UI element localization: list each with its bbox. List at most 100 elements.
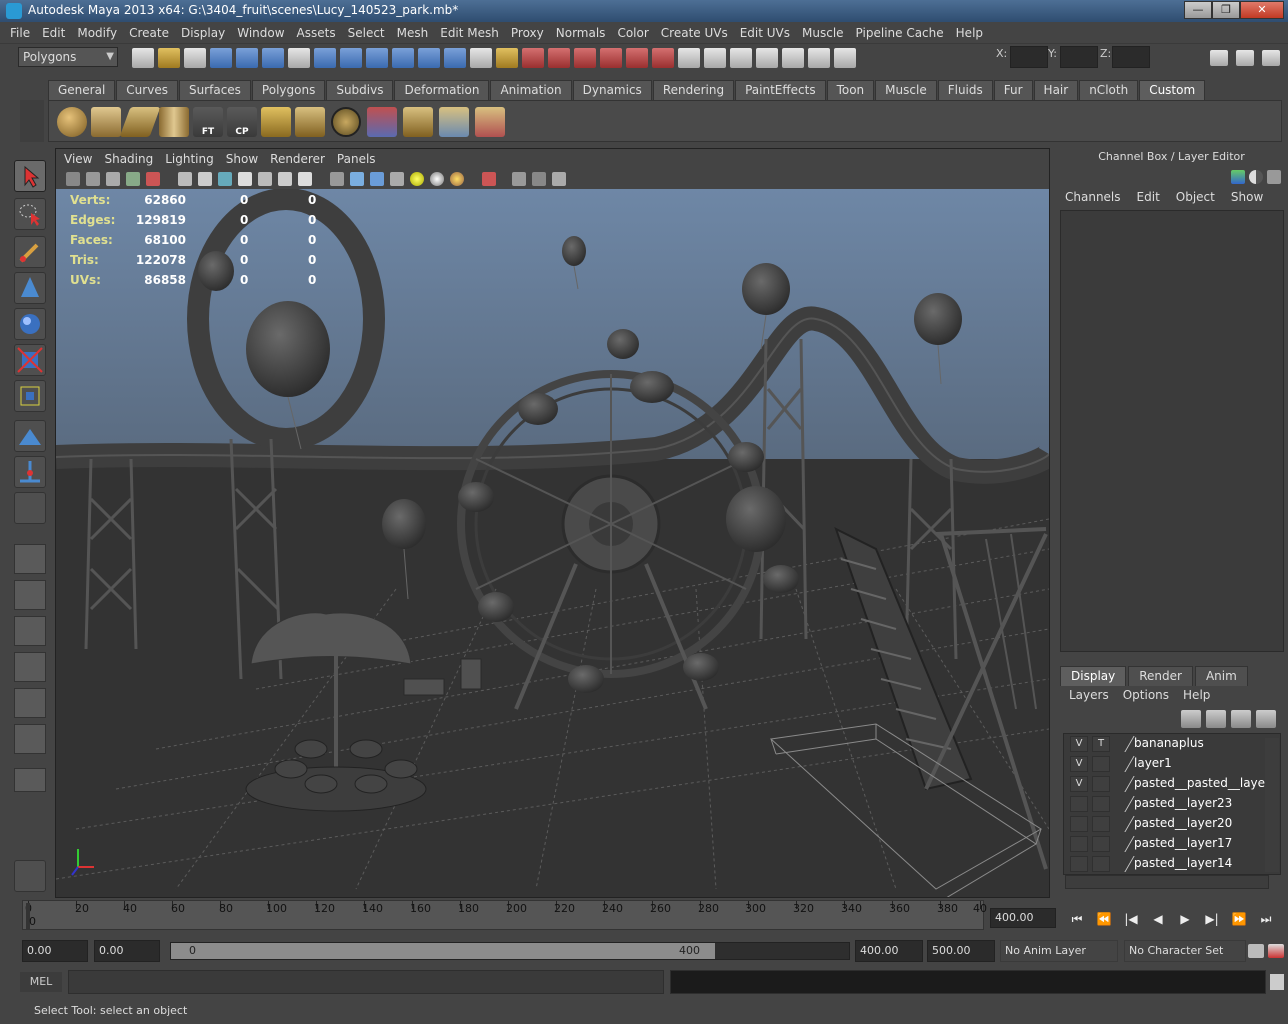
range-slider[interactable]: 0 400 [170, 942, 850, 960]
ambient-occlusion-icon[interactable] [430, 172, 444, 186]
layer-color-swatch[interactable] [1111, 776, 1135, 792]
panel-menu-shading[interactable]: Shading [104, 152, 153, 166]
layer-color-swatch[interactable] [1111, 836, 1135, 852]
animation-preferences-icon[interactable] [1268, 944, 1284, 958]
open-scene-icon[interactable] [158, 48, 180, 68]
layer-type-toggle[interactable] [1092, 776, 1110, 792]
select-handles-icon[interactable] [288, 48, 310, 68]
key-icon[interactable] [1248, 944, 1264, 958]
history-input-icon[interactable] [678, 48, 700, 68]
make-live-icon[interactable] [652, 48, 674, 68]
menu-proxy[interactable]: Proxy [511, 26, 544, 40]
layer-name[interactable]: pasted__layer14 [1134, 856, 1232, 870]
cb-menu-edit[interactable]: Edit [1137, 190, 1160, 204]
panel-menu-renderer[interactable]: Renderer [270, 152, 325, 166]
layer-name[interactable]: pasted__layer17 [1134, 836, 1232, 850]
shelf-tab-surfaces[interactable]: Surfaces [178, 80, 251, 100]
layer-type-toggle[interactable] [1092, 856, 1110, 872]
hypershade-layout-icon[interactable] [14, 688, 46, 718]
layer-row[interactable]: pasted__layer17 [1064, 834, 1280, 854]
maya-quickhelp-icon[interactable] [14, 860, 46, 892]
menu-set-dropdown[interactable]: Polygons ▼ [18, 47, 118, 67]
isolate-select-icon[interactable] [298, 172, 312, 186]
y-field[interactable] [1060, 46, 1098, 68]
shelf-tab-rendering[interactable]: Rendering [652, 80, 735, 100]
mel-language-toggle[interactable]: MEL [20, 972, 62, 992]
cb-menu-show[interactable]: Show [1231, 190, 1263, 204]
panel-menu-view[interactable]: View [64, 152, 92, 166]
select-surfaces-icon[interactable] [366, 48, 388, 68]
lasso-tool-icon[interactable] [14, 198, 46, 230]
layer-row[interactable]: pasted__layer23 [1064, 794, 1280, 814]
shelf-tab-general[interactable]: General [48, 80, 116, 100]
cb-menu-channels[interactable]: Channels [1065, 190, 1121, 204]
le-menu-layers[interactable]: Layers [1069, 688, 1109, 702]
layer-color-swatch[interactable] [1111, 736, 1135, 752]
menu-mesh[interactable]: Mesh [397, 26, 429, 40]
menu-display[interactable]: Display [181, 26, 225, 40]
show-manipulator-icon[interactable] [14, 456, 46, 488]
hud-toggle-icon[interactable] [552, 172, 566, 186]
camera-attributes-icon[interactable] [86, 172, 100, 186]
play-forwards-button[interactable]: ▶ [1174, 910, 1196, 928]
select-object-icon[interactable] [236, 48, 258, 68]
script-editor-icon[interactable] [1270, 974, 1284, 990]
ipr-render-icon[interactable] [808, 48, 830, 68]
lock-selection-icon[interactable] [496, 48, 518, 68]
use-all-lights-icon[interactable] [370, 172, 384, 186]
persp-graph-hypergraph-layout-icon[interactable] [14, 724, 46, 754]
step-back-key-button[interactable]: ⏪ [1093, 910, 1115, 928]
play-backwards-button[interactable]: ◀ [1147, 910, 1169, 928]
menu-assets[interactable]: Assets [297, 26, 336, 40]
xray-joints-icon[interactable] [532, 172, 546, 186]
textured-icon[interactable] [258, 172, 272, 186]
shelf-tab-fur[interactable]: Fur [993, 80, 1033, 100]
new-scene-icon[interactable] [132, 48, 154, 68]
channel-box-display-icon[interactable] [1249, 170, 1263, 184]
select-component-icon[interactable] [262, 48, 284, 68]
playback-end-field[interactable]: 400.00 [855, 940, 923, 962]
scale-tool-icon[interactable] [14, 344, 46, 376]
uv-layout-icon[interactable] [403, 107, 433, 137]
layer-type-toggle[interactable] [1092, 756, 1110, 772]
snap-view-plane-icon[interactable] [626, 48, 648, 68]
uv-spherical-icon[interactable] [331, 107, 361, 137]
bookmarks-icon[interactable] [106, 172, 120, 186]
save-scene-icon[interactable] [184, 48, 206, 68]
last-tool-slot[interactable] [14, 492, 46, 524]
z-field[interactable] [1112, 46, 1150, 68]
menu-color[interactable]: Color [617, 26, 648, 40]
layer-list-horizontal-scrollbar[interactable] [1065, 875, 1269, 889]
current-time-field[interactable]: 400.00 [990, 908, 1056, 928]
cb-menu-object[interactable]: Object [1176, 190, 1215, 204]
smooth-shade-icon[interactable] [218, 172, 232, 186]
highlight-selection-icon[interactable] [522, 48, 544, 68]
grid-toggle-icon[interactable] [198, 172, 212, 186]
close-button[interactable]: ✕ [1240, 1, 1284, 19]
layer-row[interactable]: V T bananaplus [1064, 734, 1280, 754]
uv-cylindrical-icon[interactable] [295, 107, 325, 137]
layer-visibility-toggle[interactable]: V [1070, 776, 1088, 792]
poly-cube-icon[interactable] [91, 107, 121, 137]
render-view-icon[interactable] [756, 48, 778, 68]
shelf-tab-subdivs[interactable]: Subdivs [326, 80, 394, 100]
snap-point-icon[interactable] [600, 48, 622, 68]
select-hierarchy-icon[interactable] [210, 48, 232, 68]
tool-settings-toggle-icon[interactable] [1236, 50, 1254, 66]
go-to-end-button[interactable]: ⏭ [1255, 910, 1277, 928]
snap-curve-icon[interactable] [574, 48, 596, 68]
x-field[interactable] [1010, 46, 1048, 68]
menu-edit-uvs[interactable]: Edit UVs [740, 26, 790, 40]
move-layer-up-icon[interactable] [1181, 710, 1201, 728]
layer-color-swatch[interactable] [1111, 796, 1135, 812]
center-pivot-button[interactable]: CP [227, 107, 257, 137]
default-material-icon[interactable] [330, 172, 344, 186]
shelf-options[interactable] [20, 100, 44, 142]
construction-history-icon[interactable] [730, 48, 752, 68]
menu-create-uvs[interactable]: Create UVs [661, 26, 728, 40]
channel-box-toggle-icon[interactable] [1262, 50, 1280, 66]
layer-row[interactable]: V layer1 [1064, 754, 1280, 774]
menu-window[interactable]: Window [237, 26, 284, 40]
panel-menu-show[interactable]: Show [226, 152, 258, 166]
select-dynamics-icon[interactable] [418, 48, 440, 68]
